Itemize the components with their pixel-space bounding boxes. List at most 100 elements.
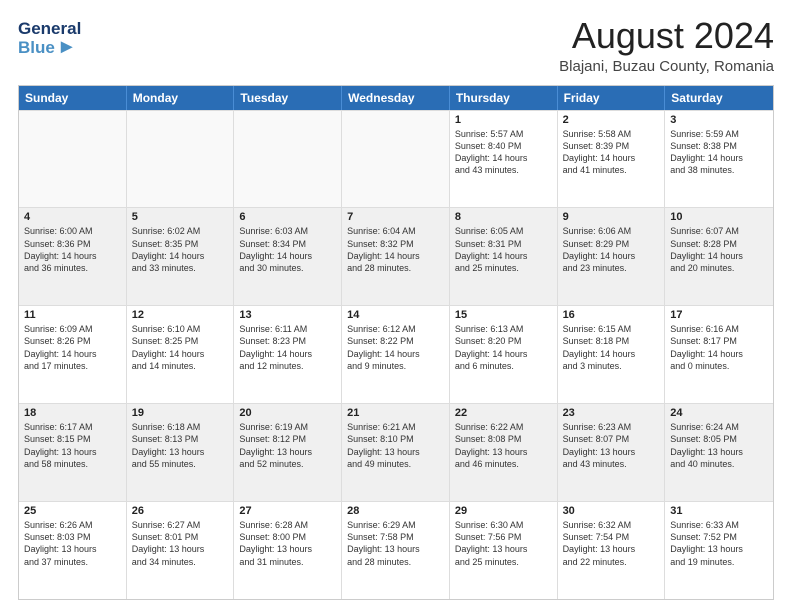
header-friday: Friday xyxy=(558,86,666,110)
cal-cell-r2-c4: 15Sunrise: 6:13 AM Sunset: 8:20 PM Dayli… xyxy=(450,306,558,403)
cal-cell-r0-c3 xyxy=(342,111,450,208)
header-wednesday: Wednesday xyxy=(342,86,450,110)
day-number-r4-c5: 30 xyxy=(563,505,660,517)
day-detail-r1-c0: Sunrise: 6:00 AM Sunset: 8:36 PM Dayligh… xyxy=(24,225,121,274)
main-title: August 2024 xyxy=(559,16,774,56)
header: General Blue ► August 2024 Blajani, Buza… xyxy=(18,16,774,75)
day-detail-r3-c1: Sunrise: 6:18 AM Sunset: 8:13 PM Dayligh… xyxy=(132,421,229,470)
day-number-r2-c4: 15 xyxy=(455,309,552,321)
day-detail-r2-c5: Sunrise: 6:15 AM Sunset: 8:18 PM Dayligh… xyxy=(563,323,660,372)
day-number-r0-c5: 2 xyxy=(563,114,660,126)
cal-cell-r2-c2: 13Sunrise: 6:11 AM Sunset: 8:23 PM Dayli… xyxy=(234,306,342,403)
cal-cell-r1-c1: 5Sunrise: 6:02 AM Sunset: 8:35 PM Daylig… xyxy=(127,208,235,305)
calendar-row-3: 18Sunrise: 6:17 AM Sunset: 8:15 PM Dayli… xyxy=(19,403,773,501)
day-detail-r0-c4: Sunrise: 5:57 AM Sunset: 8:40 PM Dayligh… xyxy=(455,128,552,177)
cal-cell-r1-c6: 10 Sunrise: 6:07 AM Sunset: 8:28 PM Dayli… xyxy=(665,208,773,305)
subtitle: Blajani, Buzau County, Romania xyxy=(559,58,774,75)
calendar-body: 1 Sunrise: 5:57 AM Sunset: 8:40 PM Daylig… xyxy=(19,110,773,599)
title-section: August 2024 Blajani, Buzau County, Roman… xyxy=(559,16,774,75)
cal-cell-r3-c6: 24 Sunrise: 6:24 AM Sunset: 8:05 PM Dayli… xyxy=(665,404,773,501)
day-detail-r1-c4: Sunrise: 6:05 AM Sunset: 8:31 PM Dayligh… xyxy=(455,225,552,274)
day-detail-r4-c5: Sunrise: 6:32 AM Sunset: 7:54 PM Dayligh… xyxy=(563,519,660,568)
logo: General Blue ► xyxy=(18,20,81,57)
day-number-r3-c6: 24 xyxy=(670,407,768,419)
day-detail-r4-c1: Sunrise: 6:27 AM Sunset: 8:01 PM Dayligh… xyxy=(132,519,229,568)
header-tuesday: Tuesday xyxy=(234,86,342,110)
day-detail-r3-c5: Sunrise: 6:23 AM Sunset: 8:07 PM Dayligh… xyxy=(563,421,660,470)
day-number-r2-c3: 14 xyxy=(347,309,444,321)
day-detail-r1-c5: Sunrise: 6:06 AM Sunset: 8:29 PM Dayligh… xyxy=(563,225,660,274)
header-monday: Monday xyxy=(127,86,235,110)
day-detail-r1-c3: Sunrise: 6:04 AM Sunset: 8:32 PM Dayligh… xyxy=(347,225,444,274)
day-detail-r1-c6: Sunrise: 6:07 AM Sunset: 8:28 PM Dayligh… xyxy=(670,225,768,274)
day-number-r1-c4: 8 xyxy=(455,211,552,223)
cal-cell-r1-c5: 9Sunrise: 6:06 AM Sunset: 8:29 PM Daylig… xyxy=(558,208,666,305)
day-number-r3-c1: 19 xyxy=(132,407,229,419)
day-number-r2-c1: 12 xyxy=(132,309,229,321)
cal-cell-r0-c4: 1 Sunrise: 5:57 AM Sunset: 8:40 PM Daylig… xyxy=(450,111,558,208)
day-number-r4-c1: 26 xyxy=(132,505,229,517)
day-detail-r3-c3: Sunrise: 6:21 AM Sunset: 8:10 PM Dayligh… xyxy=(347,421,444,470)
cal-cell-r4-c2: 27 Sunrise: 6:28 AM Sunset: 8:00 PM Dayli… xyxy=(234,502,342,599)
day-number-r4-c0: 25 xyxy=(24,505,121,517)
cal-cell-r4-c4: 29Sunrise: 6:30 AM Sunset: 7:56 PM Dayli… xyxy=(450,502,558,599)
day-detail-r2-c6: Sunrise: 6:16 AM Sunset: 8:17 PM Dayligh… xyxy=(670,323,768,372)
day-detail-r3-c6: Sunrise: 6:24 AM Sunset: 8:05 PM Dayligh… xyxy=(670,421,768,470)
day-number-r4-c3: 28 xyxy=(347,505,444,517)
cal-cell-r2-c1: 12 Sunrise: 6:10 AM Sunset: 8:25 PM Dayli… xyxy=(127,306,235,403)
day-detail-r4-c3: Sunrise: 6:29 AM Sunset: 7:58 PM Dayligh… xyxy=(347,519,444,568)
cal-cell-r2-c6: 17Sunrise: 6:16 AM Sunset: 8:17 PM Dayli… xyxy=(665,306,773,403)
header-saturday: Saturday xyxy=(665,86,773,110)
logo-general: General xyxy=(18,20,81,37)
day-number-r1-c3: 7 xyxy=(347,211,444,223)
day-number-r3-c2: 20 xyxy=(239,407,336,419)
day-number-r1-c6: 10 xyxy=(670,211,768,223)
day-detail-r4-c2: Sunrise: 6:28 AM Sunset: 8:00 PM Dayligh… xyxy=(239,519,336,568)
cal-cell-r3-c0: 18Sunrise: 6:17 AM Sunset: 8:15 PM Dayli… xyxy=(19,404,127,501)
calendar-row-2: 11 Sunrise: 6:09 AM Sunset: 8:26 PM Dayli… xyxy=(19,305,773,403)
calendar: Sunday Monday Tuesday Wednesday Thursday… xyxy=(18,85,774,600)
day-detail-r2-c1: Sunrise: 6:10 AM Sunset: 8:25 PM Dayligh… xyxy=(132,323,229,372)
cal-cell-r2-c0: 11 Sunrise: 6:09 AM Sunset: 8:26 PM Dayli… xyxy=(19,306,127,403)
cal-cell-r4-c5: 30 Sunrise: 6:32 AM Sunset: 7:54 PM Dayli… xyxy=(558,502,666,599)
day-detail-r2-c0: Sunrise: 6:09 AM Sunset: 8:26 PM Dayligh… xyxy=(24,323,121,372)
day-detail-r2-c2: Sunrise: 6:11 AM Sunset: 8:23 PM Dayligh… xyxy=(239,323,336,372)
day-number-r3-c0: 18 xyxy=(24,407,121,419)
header-thursday: Thursday xyxy=(450,86,558,110)
cal-cell-r0-c0 xyxy=(19,111,127,208)
cal-cell-r3-c4: 22 Sunrise: 6:22 AM Sunset: 8:08 PM Dayli… xyxy=(450,404,558,501)
cal-cell-r3-c5: 23Sunrise: 6:23 AM Sunset: 8:07 PM Dayli… xyxy=(558,404,666,501)
calendar-row-0: 1 Sunrise: 5:57 AM Sunset: 8:40 PM Daylig… xyxy=(19,110,773,208)
cal-cell-r4-c0: 25 Sunrise: 6:26 AM Sunset: 8:03 PM Dayli… xyxy=(19,502,127,599)
cal-cell-r3-c1: 19 Sunrise: 6:18 AM Sunset: 8:13 PM Dayli… xyxy=(127,404,235,501)
day-number-r3-c4: 22 xyxy=(455,407,552,419)
day-number-r0-c6: 3 xyxy=(670,114,768,126)
calendar-row-4: 25 Sunrise: 6:26 AM Sunset: 8:03 PM Dayli… xyxy=(19,501,773,599)
day-detail-r4-c0: Sunrise: 6:26 AM Sunset: 8:03 PM Dayligh… xyxy=(24,519,121,568)
cal-cell-r0-c1 xyxy=(127,111,235,208)
day-detail-r2-c3: Sunrise: 6:12 AM Sunset: 8:22 PM Dayligh… xyxy=(347,323,444,372)
day-detail-r4-c6: Sunrise: 6:33 AM Sunset: 7:52 PM Dayligh… xyxy=(670,519,768,568)
logo-arrow-icon: ► xyxy=(57,37,77,57)
day-detail-r3-c4: Sunrise: 6:22 AM Sunset: 8:08 PM Dayligh… xyxy=(455,421,552,470)
cal-cell-r3-c3: 21 Sunrise: 6:21 AM Sunset: 8:10 PM Dayli… xyxy=(342,404,450,501)
cal-cell-r1-c3: 7 Sunrise: 6:04 AM Sunset: 8:32 PM Daylig… xyxy=(342,208,450,305)
day-number-r4-c6: 31 xyxy=(670,505,768,517)
day-number-r2-c0: 11 xyxy=(24,309,121,321)
day-number-r3-c3: 21 xyxy=(347,407,444,419)
day-detail-r4-c4: Sunrise: 6:30 AM Sunset: 7:56 PM Dayligh… xyxy=(455,519,552,568)
calendar-row-1: 4Sunrise: 6:00 AM Sunset: 8:36 PM Daylig… xyxy=(19,207,773,305)
day-number-r0-c4: 1 xyxy=(455,114,552,126)
calendar-header: Sunday Monday Tuesday Wednesday Thursday… xyxy=(19,86,773,110)
cal-cell-r1-c0: 4Sunrise: 6:00 AM Sunset: 8:36 PM Daylig… xyxy=(19,208,127,305)
day-detail-r0-c5: Sunrise: 5:58 AM Sunset: 8:39 PM Dayligh… xyxy=(563,128,660,177)
day-number-r1-c2: 6 xyxy=(239,211,336,223)
cal-cell-r0-c2 xyxy=(234,111,342,208)
day-number-r4-c2: 27 xyxy=(239,505,336,517)
cal-cell-r4-c1: 26 Sunrise: 6:27 AM Sunset: 8:01 PM Dayli… xyxy=(127,502,235,599)
cal-cell-r0-c6: 3Sunrise: 5:59 AM Sunset: 8:38 PM Daylig… xyxy=(665,111,773,208)
cal-cell-r0-c5: 2 Sunrise: 5:58 AM Sunset: 8:39 PM Daylig… xyxy=(558,111,666,208)
day-number-r2-c5: 16 xyxy=(563,309,660,321)
cal-cell-r2-c5: 16 Sunrise: 6:15 AM Sunset: 8:18 PM Dayli… xyxy=(558,306,666,403)
cal-cell-r4-c3: 28 Sunrise: 6:29 AM Sunset: 7:58 PM Dayli… xyxy=(342,502,450,599)
